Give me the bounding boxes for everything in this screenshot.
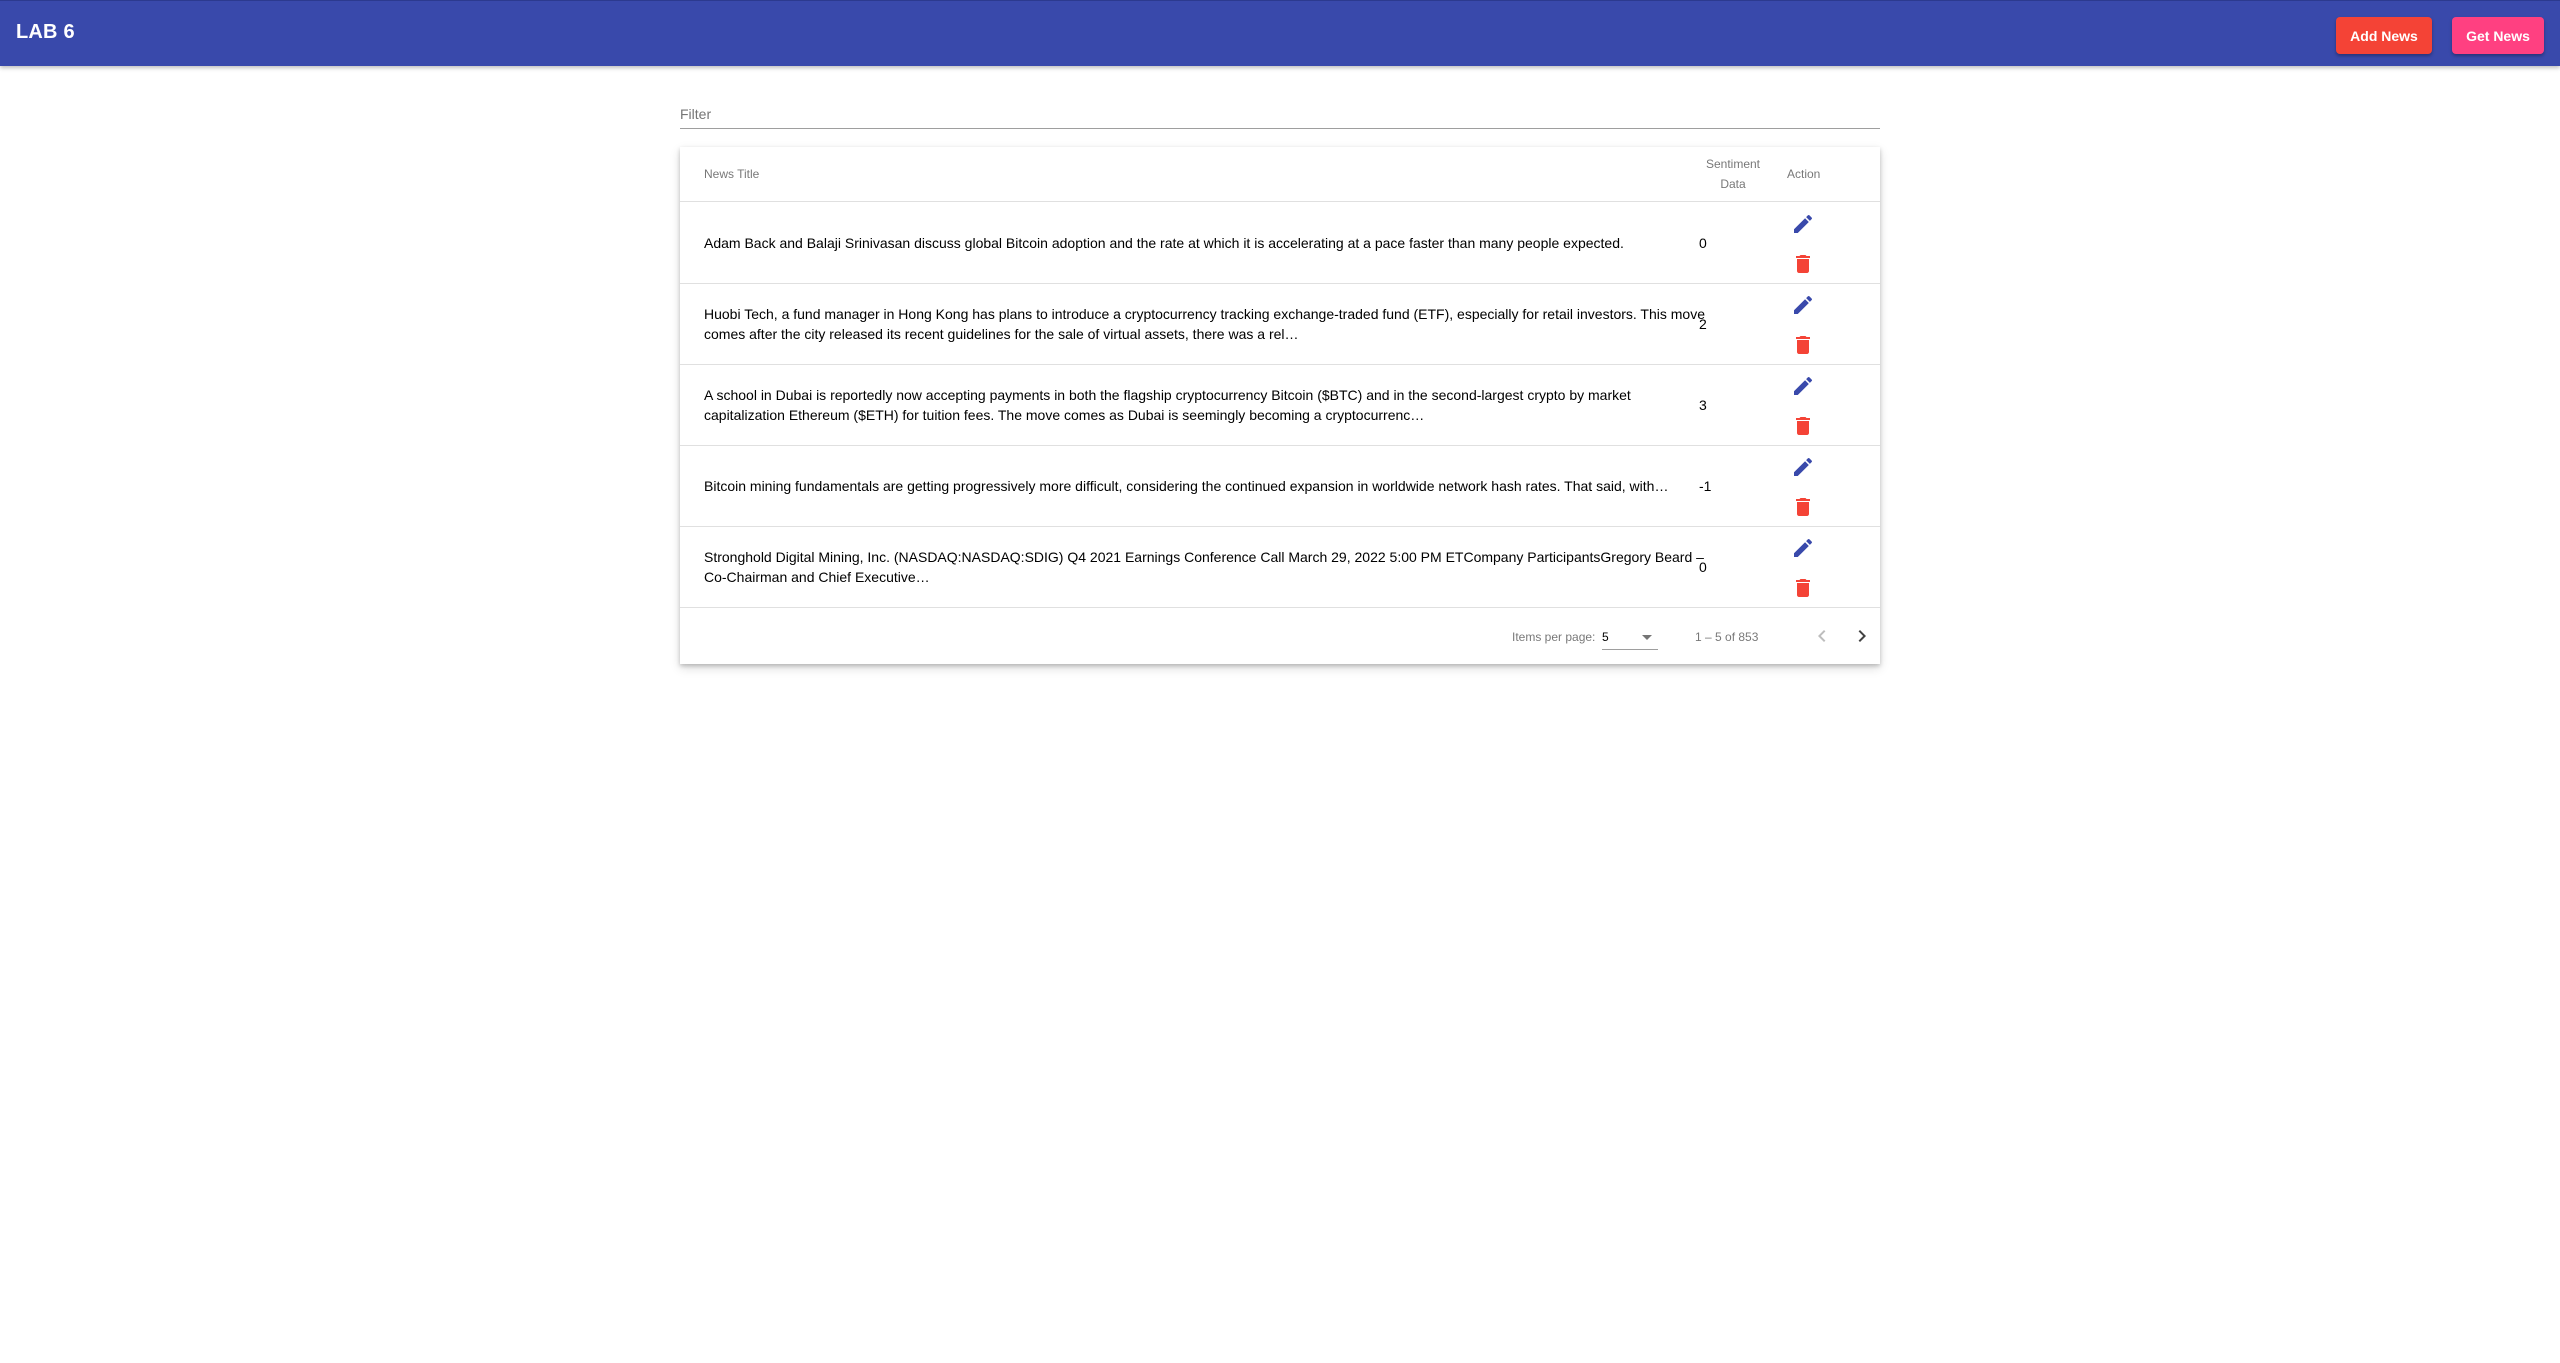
- app-toolbar: LAB 6 Add News Get News: [0, 0, 2560, 66]
- news-title-line: Adam Back and Balaji Srinivasan discuss …: [704, 234, 1624, 251]
- edit-button[interactable]: [1791, 212, 1815, 236]
- get-news-button[interactable]: Get News: [2452, 17, 2544, 54]
- page-size-value: 5: [1602, 630, 1609, 644]
- table-row: Stronghold Digital Mining, Inc. (NASDAQ:…: [680, 526, 1880, 608]
- sentiment-cell: -1: [1699, 477, 1712, 494]
- news-title-cell: Adam Back and Balaji Srinivasan discuss …: [704, 202, 1716, 283]
- trash-icon: [1796, 579, 1810, 597]
- sentiment-cell: 0: [1699, 234, 1707, 251]
- filter-field: [680, 100, 1880, 129]
- sentiment-cell: 3: [1699, 396, 1707, 413]
- trash-icon: [1796, 255, 1810, 273]
- table-row: Bitcoin mining fundamentals are getting …: [680, 445, 1880, 527]
- chevron-left-icon: [1818, 630, 1826, 642]
- sentiment-cell: 0: [1699, 558, 1707, 575]
- news-title-cell: Huobi Tech, a fund manager in Hong Kong …: [704, 283, 1716, 364]
- edit-button[interactable]: [1791, 536, 1815, 560]
- app-title: LAB 6: [16, 21, 75, 43]
- next-page-button[interactable]: [1850, 624, 1874, 648]
- chevron-right-icon: [1858, 630, 1866, 642]
- news-table-card: News Title Sentiment Data Action Adam Ba…: [680, 147, 1880, 664]
- range-label: 1 – 5 of 853: [1695, 630, 1759, 644]
- add-news-button[interactable]: Add News: [2336, 17, 2432, 54]
- news-title-cell: Stronghold Digital Mining, Inc. (NASDAQ:…: [704, 526, 1716, 607]
- news-title-line: comes after the city released its recent…: [704, 325, 1299, 342]
- news-title-line: Huobi Tech, a fund manager in Hong Kong …: [704, 305, 1705, 322]
- news-title-cell: Bitcoin mining fundamentals are getting …: [704, 445, 1716, 526]
- column-header-action: Action: [1787, 167, 1821, 181]
- edit-button[interactable]: [1791, 293, 1815, 317]
- edit-button[interactable]: [1791, 455, 1815, 479]
- page-size-select[interactable]: 5: [1602, 623, 1658, 650]
- delete-button[interactable]: [1791, 495, 1815, 519]
- pencil-icon: [1794, 214, 1813, 233]
- pencil-icon: [1794, 295, 1813, 314]
- dropdown-arrow-icon: [1642, 635, 1652, 640]
- table-row: A school in Dubai is reportedly now acce…: [680, 364, 1880, 446]
- delete-button[interactable]: [1791, 333, 1815, 357]
- news-title-line: capitalization Ethereum ($ETH) for tuiti…: [704, 406, 1425, 423]
- column-header-news-title[interactable]: News Title: [704, 164, 759, 184]
- column-header-sentiment-data[interactable]: Sentiment Data: [1698, 154, 1768, 194]
- news-title-cell: A school in Dubai is reportedly now acce…: [704, 364, 1716, 445]
- pencil-icon: [1794, 457, 1813, 476]
- news-title-line: Bitcoin mining fundamentals are getting …: [704, 477, 1669, 494]
- pencil-icon: [1794, 376, 1813, 395]
- trash-icon: [1796, 417, 1810, 435]
- filter-input[interactable]: [680, 102, 1880, 126]
- trash-icon: [1796, 336, 1810, 354]
- delete-button[interactable]: [1791, 576, 1815, 600]
- sentiment-header-line-2: Data: [1720, 177, 1746, 191]
- paginator: Items per page: 5 1 – 5 of 853: [680, 609, 1880, 664]
- table-row: Adam Back and Balaji Srinivasan discuss …: [680, 202, 1880, 284]
- table-row: Huobi Tech, a fund manager in Hong Kong …: [680, 283, 1880, 365]
- delete-button[interactable]: [1791, 252, 1815, 276]
- news-title-line: Stronghold Digital Mining, Inc. (NASDAQ:…: [704, 548, 1704, 565]
- table-header: News Title Sentiment Data Action: [680, 147, 1880, 202]
- news-title-line: A school in Dubai is reportedly now acce…: [704, 386, 1631, 403]
- sentiment-header-line-1: Sentiment: [1705, 157, 1761, 171]
- news-title-line: Co-Chairman and Chief Executive…: [704, 568, 930, 585]
- edit-button[interactable]: [1791, 374, 1815, 398]
- previous-page-button[interactable]: [1810, 624, 1834, 648]
- trash-icon: [1796, 498, 1810, 516]
- pencil-icon: [1794, 538, 1813, 557]
- delete-button[interactable]: [1791, 414, 1815, 438]
- sentiment-cell: 2: [1699, 315, 1707, 332]
- items-per-page-label: Items per page:: [1512, 630, 1596, 644]
